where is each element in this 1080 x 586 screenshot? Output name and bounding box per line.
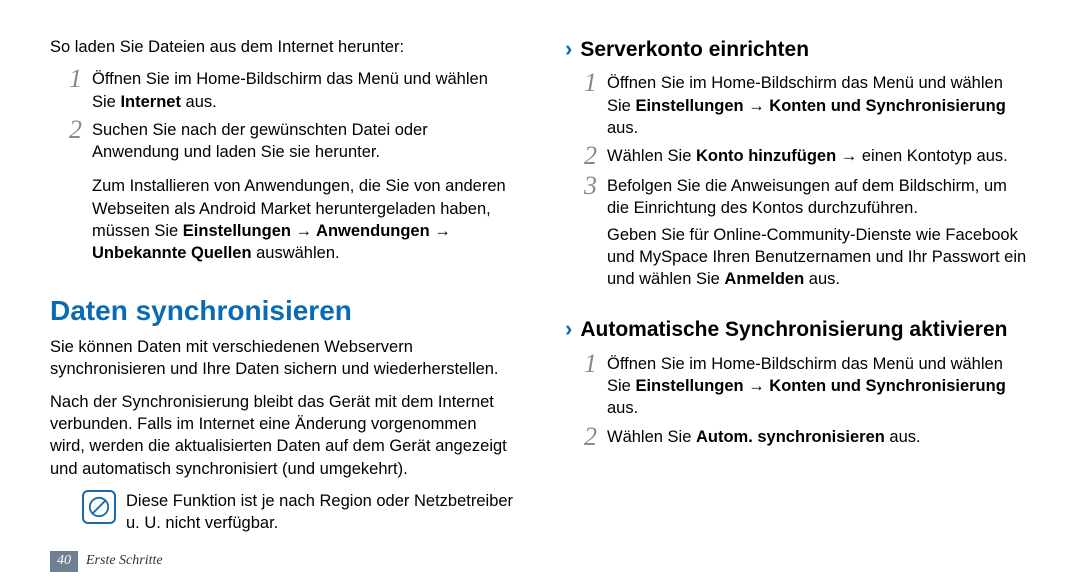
note-text: Diese Funktion ist je nach Region oder N… — [126, 490, 515, 535]
server-step-3: 3 Befolgen Sie die Anweisungen auf dem B… — [579, 173, 1030, 220]
unknown-sources-para: Zum Installieren von Anwendungen, die Si… — [92, 175, 515, 264]
right-column: › Serverkonto einrichten 1 Öffnen Sie im… — [565, 36, 1030, 534]
sync-para-2: Nach der Synchronisierung bleibt das Ger… — [50, 391, 515, 480]
step-number: 2 — [579, 424, 597, 450]
note-icon — [82, 490, 116, 524]
subheading-auto-sync: › Automatische Synchronisierung aktivier… — [565, 316, 1030, 344]
step-body: Öffnen Sie im Home-Bildschirm das Menü u… — [92, 66, 515, 113]
step-number: 2 — [64, 117, 82, 143]
heading-sync-data: Daten synchronisieren — [50, 292, 515, 330]
subheading-text: Serverkonto einrichten — [580, 36, 809, 64]
note-row: Diese Funktion ist je nach Region oder N… — [82, 490, 515, 535]
step-number: 1 — [579, 70, 597, 96]
autosync-step-2: 2 Wählen Sie Autom. synchronisieren aus. — [579, 424, 1030, 450]
step-body: Wählen Sie Konto hinzufügen → einen Kont… — [607, 143, 1008, 167]
step-body: Öffnen Sie im Home-Bildschirm das Menü u… — [607, 351, 1030, 420]
autosync-step-1: 1 Öffnen Sie im Home-Bildschirm das Menü… — [579, 351, 1030, 420]
left-column: So laden Sie Dateien aus dem Internet he… — [50, 36, 515, 534]
section-name: Erste Schritte — [86, 552, 163, 571]
subheading-server-account: › Serverkonto einrichten — [565, 36, 1030, 64]
sync-para-1: Sie können Daten mit verschiedenen Webse… — [50, 336, 515, 381]
download-step-2: 2 Suchen Sie nach der gewünschten Datei … — [64, 117, 515, 164]
page-footer: 40 Erste Schritte — [50, 551, 163, 572]
step-body: Öffnen Sie im Home-Bildschirm das Menü u… — [607, 70, 1030, 139]
server-step-1: 1 Öffnen Sie im Home-Bildschirm das Menü… — [579, 70, 1030, 139]
download-intro: So laden Sie Dateien aus dem Internet he… — [50, 36, 515, 58]
server-after-text: Geben Sie für Online-Community-Dienste w… — [607, 224, 1030, 291]
chevron-right-icon: › — [565, 318, 572, 340]
step-body: Wählen Sie Autom. synchronisieren aus. — [607, 424, 921, 448]
step-body: Befolgen Sie die Anweisungen auf dem Bil… — [607, 173, 1030, 220]
step-number: 1 — [64, 66, 82, 92]
page-number: 40 — [50, 551, 78, 572]
download-step-1: 1 Öffnen Sie im Home-Bildschirm das Menü… — [64, 66, 515, 113]
chevron-right-icon: › — [565, 38, 572, 60]
step-number: 3 — [579, 173, 597, 199]
subheading-text: Automatische Synchronisierung aktivieren — [580, 316, 1007, 344]
server-step-2: 2 Wählen Sie Konto hinzufügen → einen Ko… — [579, 143, 1030, 169]
step-number: 1 — [579, 351, 597, 377]
step-number: 2 — [579, 143, 597, 169]
step-body: Suchen Sie nach der gewünschten Datei od… — [92, 117, 515, 164]
